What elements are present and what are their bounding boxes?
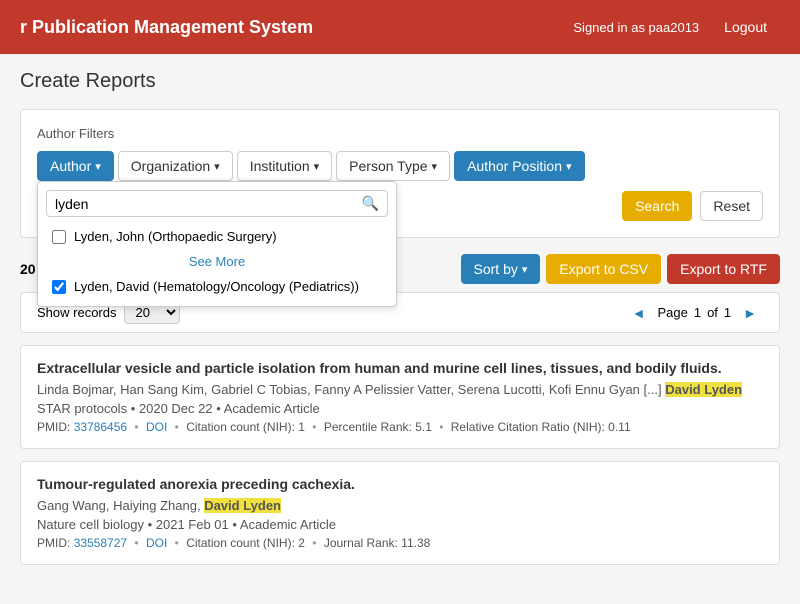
- filter-section-label: Author Filters: [37, 126, 763, 141]
- type-1: Academic Article: [224, 401, 320, 416]
- author-filter-button[interactable]: Author: [37, 151, 114, 181]
- person-type-filter-button[interactable]: Person Type: [336, 151, 450, 181]
- page-separator: of: [707, 305, 718, 320]
- author-position-filter-button[interactable]: Author Position: [454, 151, 584, 181]
- export-csv-button[interactable]: Export to CSV: [546, 254, 661, 284]
- show-records-label: Show records: [37, 305, 116, 320]
- logout-button[interactable]: Logout: [711, 12, 780, 42]
- header: r Publication Management System Signed i…: [0, 0, 800, 54]
- author-item-lyden-david[interactable]: Lyden, David (Hematology/Oncology (Pedia…: [46, 275, 388, 298]
- author-search-input[interactable]: [55, 196, 362, 212]
- article-meta-1: STAR protocols • 2020 Dec 22 • Academic …: [37, 401, 763, 416]
- pmid-link-2[interactable]: 33558727: [74, 536, 127, 550]
- relative-citation-2: Journal Rank: 11.38: [324, 536, 431, 550]
- author-item-lyden-john[interactable]: Lyden, John (Orthopaedic Surgery): [46, 225, 388, 248]
- authors-highlighted-1: David Lyden: [665, 382, 742, 397]
- institution-filter-button[interactable]: Institution: [237, 151, 332, 181]
- journal-2: Nature cell biology: [37, 517, 144, 532]
- doi-link-1[interactable]: DOI: [146, 420, 167, 434]
- next-page-button[interactable]: ►: [737, 303, 763, 323]
- filter-card: Author Filters Author 🔍 Lyden, John (Ort…: [20, 109, 780, 238]
- doi-link-2[interactable]: DOI: [146, 536, 167, 550]
- sort-by-button[interactable]: Sort by: [461, 254, 541, 284]
- year-1: 2020 Dec 22: [139, 401, 213, 416]
- author-checkbox-lyden-john[interactable]: [52, 230, 66, 244]
- article-authors-2: Gang Wang, Haiying Zhang, David Lyden: [37, 498, 763, 513]
- main-content: Create Reports Author Filters Author 🔍: [0, 54, 800, 593]
- relative-citation-1: Relative Citation Ratio (NIH): 0.11: [451, 420, 631, 434]
- authors-highlighted-2: David Lyden: [204, 498, 281, 513]
- article-card-2: Tumour-regulated anorexia preceding cach…: [20, 461, 780, 565]
- citation-count-1: Citation count (NIH): 1: [186, 420, 305, 434]
- total-pages: 1: [724, 305, 731, 320]
- article-authors-1: Linda Bojmar, Han Sang Kim, Gabriel C To…: [37, 382, 763, 397]
- article-card-1: Extracellular vesicle and particle isola…: [20, 345, 780, 449]
- search-icon: 🔍: [362, 195, 379, 212]
- article-title-1: Extracellular vesicle and particle isola…: [37, 360, 763, 376]
- article-title-2: Tumour-regulated anorexia preceding cach…: [37, 476, 763, 492]
- export-rtf-button[interactable]: Export to RTF: [667, 254, 780, 284]
- results-actions: Sort by Export to CSV Export to RTF: [461, 254, 780, 284]
- page-title: Create Reports: [20, 70, 780, 93]
- authors-truncated-1: [...]: [644, 382, 662, 397]
- article-ids-2: PMID: 33558727 • DOI • Citation count (N…: [37, 536, 763, 550]
- header-right: Signed in as paa2013 Logout: [573, 12, 780, 42]
- authors-prefix-2: Gang Wang, Haiying Zhang,: [37, 498, 201, 513]
- filter-buttons-row: Author 🔍 Lyden, John (Orthopaedic Surger…: [37, 151, 763, 181]
- article-meta-2: Nature cell biology • 2021 Feb 01 • Acad…: [37, 517, 763, 532]
- reset-button[interactable]: Reset: [700, 191, 763, 221]
- author-dropdown-menu: 🔍 Lyden, John (Orthopaedic Surgery) See …: [37, 181, 397, 307]
- author-dropdown-wrapper: Author 🔍 Lyden, John (Orthopaedic Surger…: [37, 151, 114, 181]
- authors-prefix-1: Linda Bojmar, Han Sang Kim, Gabriel C To…: [37, 382, 640, 397]
- prev-page-button[interactable]: ◄: [626, 303, 652, 323]
- page-info: ◄ Page 1 of 1 ►: [626, 303, 763, 323]
- pmid-label-2: PMID:: [37, 536, 70, 550]
- year-2: 2021 Feb 01: [156, 517, 229, 532]
- article-ids-1: PMID: 33786456 • DOI • Citation count (N…: [37, 420, 763, 434]
- citation-count-2: Citation count (NIH): 2: [186, 536, 305, 550]
- app-title: r Publication Management System: [20, 17, 313, 38]
- see-more-link[interactable]: See More: [46, 250, 388, 273]
- search-button[interactable]: Search: [622, 191, 692, 221]
- page-label: Page: [657, 305, 687, 320]
- organization-filter-button[interactable]: Organization: [118, 151, 233, 181]
- pmid-link-1[interactable]: 33786456: [74, 420, 127, 434]
- percentile-rank-1: Percentile Rank: 5.1: [324, 420, 432, 434]
- current-page: 1: [694, 305, 701, 320]
- signed-in-label: Signed in as paa2013: [573, 20, 699, 35]
- type-2: Academic Article: [240, 517, 336, 532]
- journal-1: STAR protocols: [37, 401, 127, 416]
- author-search-wrapper: 🔍: [46, 190, 388, 217]
- author-checkbox-lyden-david[interactable]: [52, 280, 66, 294]
- pmid-label-1: PMID:: [37, 420, 70, 434]
